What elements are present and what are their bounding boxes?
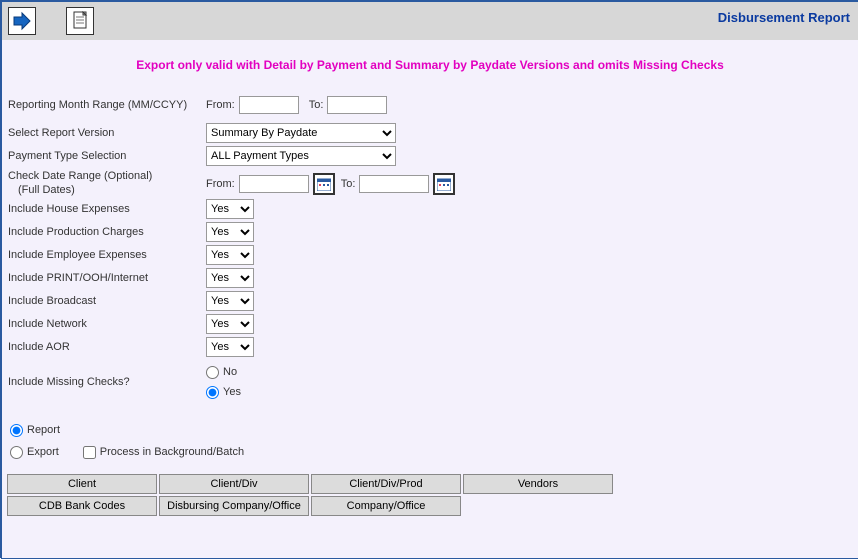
input-reporting-from[interactable]	[239, 96, 299, 114]
select-include-production-charges[interactable]: Yes	[206, 222, 254, 242]
checkbox-process-bg-label[interactable]: Process in Background/Batch	[83, 441, 244, 463]
radio-missing-no[interactable]	[206, 366, 219, 379]
label-include-network: Include Network	[6, 318, 206, 330]
row-include-print-ooh-internet: Include PRINT/OOH/Internet Yes	[6, 267, 854, 289]
select-include-broadcast[interactable]: Yes	[206, 291, 254, 311]
row-report-version: Select Report Version Summary By Paydate	[6, 122, 854, 144]
radio-report-label[interactable]: Report	[10, 419, 854, 441]
row-check-date-range: Check Date Range (Optional) (Full Dates)…	[6, 169, 854, 197]
row-reporting-month-range: Reporting Month Range (MM/CCYY) From: To…	[6, 94, 854, 116]
calendar-to-button[interactable]	[433, 173, 455, 195]
calendar-icon	[437, 177, 451, 191]
input-check-to[interactable]	[359, 175, 429, 193]
label-payment-type: Payment Type Selection	[6, 150, 206, 162]
button-client[interactable]: Client	[7, 474, 157, 494]
label-check-to: To:	[341, 178, 356, 190]
label-check-from: From:	[206, 178, 235, 190]
row-include-aor: Include AOR Yes	[6, 336, 854, 358]
label-include-print-ooh-internet: Include PRINT/OOH/Internet	[6, 272, 206, 284]
radio-missing-yes-label[interactable]: Yes	[206, 382, 241, 402]
radio-export-label[interactable]: Export	[10, 441, 59, 463]
label-to: To:	[309, 99, 324, 111]
button-vendors[interactable]: Vendors	[463, 474, 613, 494]
input-reporting-to[interactable]	[327, 96, 387, 114]
output-block: Report Export Process in Background/Batc…	[6, 419, 854, 463]
select-include-aor[interactable]: Yes	[206, 337, 254, 357]
row-include-house-expenses: Include House Expenses Yes	[6, 198, 854, 220]
select-payment-type[interactable]: ALL Payment Types	[206, 146, 396, 166]
row-payment-type: Payment Type Selection ALL Payment Types	[6, 145, 854, 167]
select-include-house-expenses[interactable]: Yes	[206, 199, 254, 219]
arrow-right-icon	[12, 11, 32, 31]
select-include-network[interactable]: Yes	[206, 314, 254, 334]
select-include-print-ooh-internet[interactable]: Yes	[206, 268, 254, 288]
calendar-icon	[317, 177, 331, 191]
label-from: From:	[206, 99, 235, 111]
label-report-version: Select Report Version	[6, 127, 206, 139]
calendar-from-button[interactable]	[313, 173, 335, 195]
button-rows: Client Client/Div Client/Div/Prod Vendor…	[6, 473, 854, 517]
run-button[interactable]	[8, 7, 36, 35]
text-no: No	[223, 366, 237, 378]
checkbox-process-bg[interactable]	[83, 446, 96, 459]
button-disbursing-company-office[interactable]: Disbursing Company/Office	[159, 496, 309, 516]
radio-missing-no-label[interactable]: No	[206, 362, 241, 382]
select-report-version[interactable]: Summary By Paydate	[206, 123, 396, 143]
text-report: Report	[27, 424, 60, 436]
row-include-network: Include Network Yes	[6, 313, 854, 335]
label-include-employee-expenses: Include Employee Expenses	[6, 249, 206, 261]
label-include-aor: Include AOR	[6, 341, 206, 353]
label-reporting-month-range: Reporting Month Range (MM/CCYY)	[6, 99, 206, 111]
row-include-employee-expenses: Include Employee Expenses Yes	[6, 244, 854, 266]
label-include-missing-checks: Include Missing Checks?	[6, 376, 206, 388]
text-export: Export	[27, 446, 59, 458]
label-check-date-range: Check Date Range (Optional) (Full Dates)	[6, 169, 206, 197]
text-yes: Yes	[223, 386, 241, 398]
radio-export[interactable]	[10, 446, 23, 459]
row-include-production-charges: Include Production Charges Yes	[6, 221, 854, 243]
document-icon	[71, 11, 89, 31]
radio-report[interactable]	[10, 424, 23, 437]
label-include-broadcast: Include Broadcast	[6, 295, 206, 307]
label-include-production-charges: Include Production Charges	[6, 226, 206, 238]
button-company-office[interactable]: Company/Office	[311, 496, 461, 516]
input-check-from[interactable]	[239, 175, 309, 193]
page-title: Disbursement Report	[718, 10, 850, 25]
toolbar: Disbursement Report	[2, 2, 858, 40]
form-container: Export only valid with Detail by Payment…	[2, 40, 858, 517]
radio-missing-yes[interactable]	[206, 386, 219, 399]
document-button[interactable]	[66, 7, 94, 35]
label-include-house-expenses: Include House Expenses	[6, 203, 206, 215]
label-check-date-range-sub: (Full Dates)	[8, 183, 206, 197]
row-include-broadcast: Include Broadcast Yes	[6, 290, 854, 312]
notice-text: Export only valid with Detail by Payment…	[6, 46, 854, 94]
button-client-div-prod[interactable]: Client/Div/Prod	[311, 474, 461, 494]
label-check-date-range-main: Check Date Range (Optional)	[8, 170, 152, 182]
select-include-employee-expenses[interactable]: Yes	[206, 245, 254, 265]
button-client-div[interactable]: Client/Div	[159, 474, 309, 494]
button-cdb-bank-codes[interactable]: CDB Bank Codes	[7, 496, 157, 516]
row-include-missing-checks: Include Missing Checks? No Yes	[6, 362, 854, 402]
text-process-bg: Process in Background/Batch	[100, 446, 244, 458]
